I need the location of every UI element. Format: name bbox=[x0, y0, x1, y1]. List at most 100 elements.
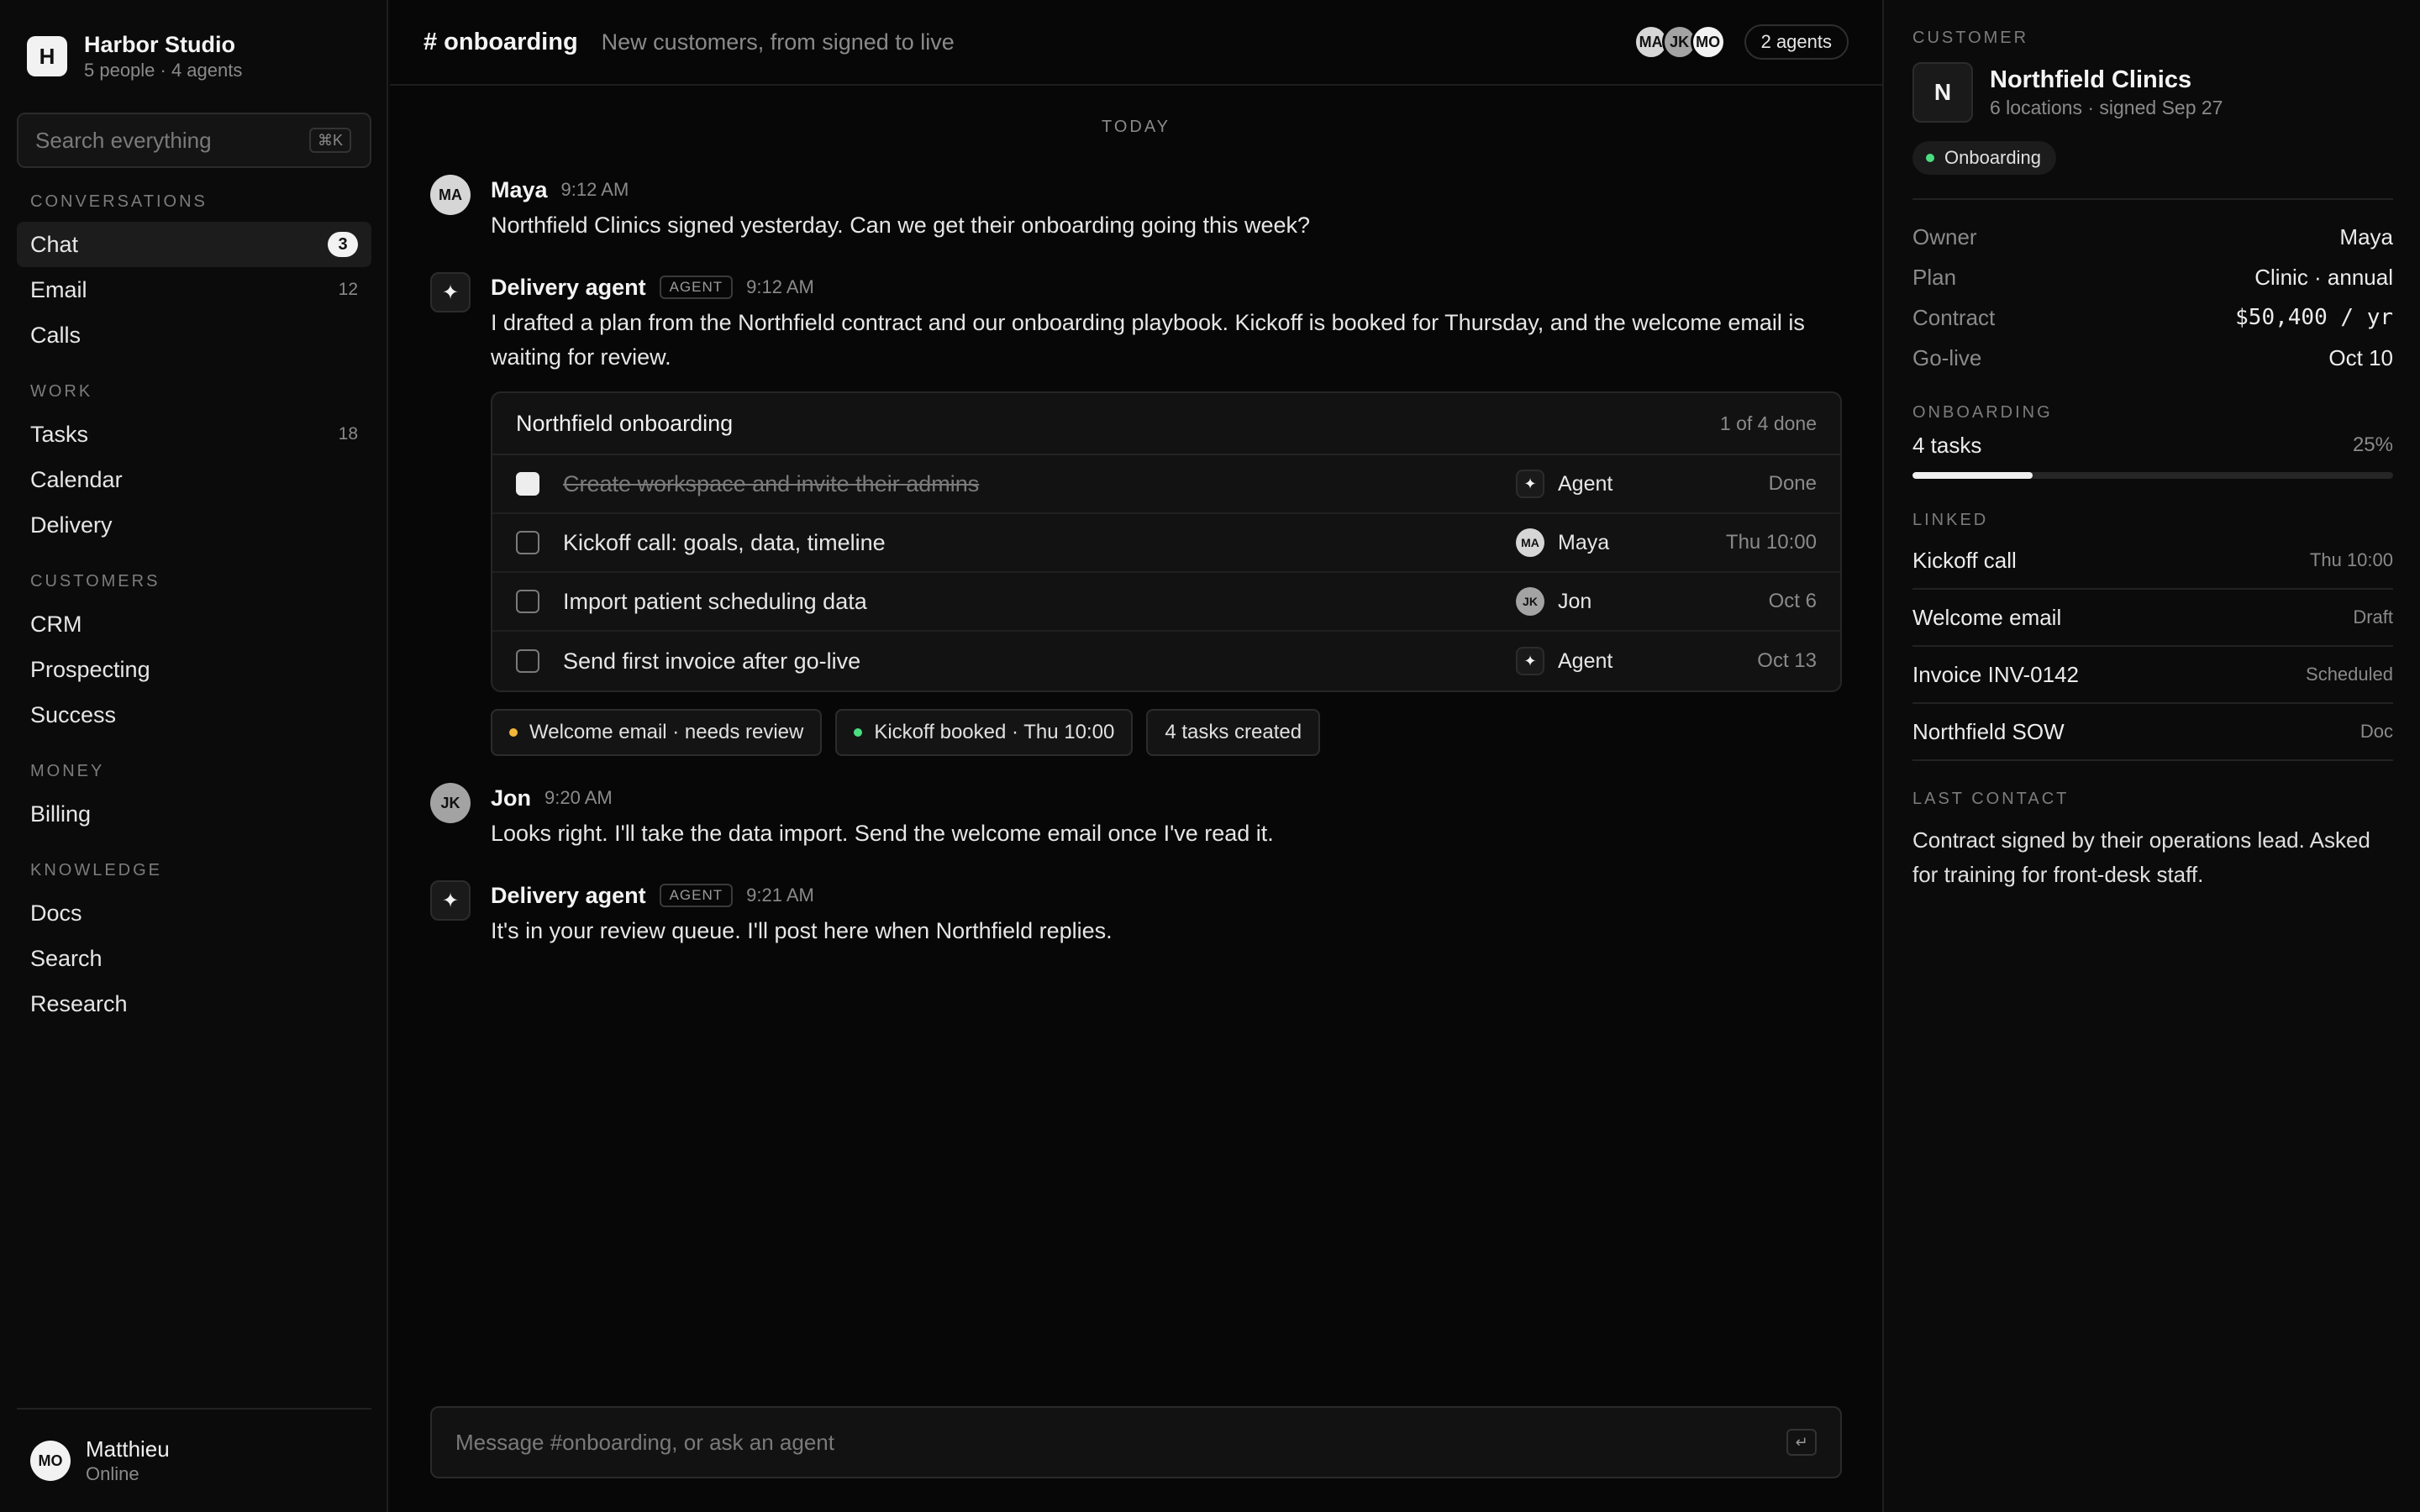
task-due: Oct 13 bbox=[1757, 649, 1817, 672]
customer-meta: 6 locations · signed Sep 27 bbox=[1990, 97, 2223, 118]
sparkle-icon: ✦ bbox=[1516, 647, 1544, 675]
search-box[interactable]: ⌘K bbox=[17, 113, 371, 168]
linked-sow[interactable]: Northfield SOW Doc bbox=[1912, 704, 2393, 761]
message-composer[interactable]: ↵ bbox=[430, 1406, 1842, 1478]
message-time: 9:20 AM bbox=[544, 787, 613, 808]
customer-panel: CUSTOMER N Northfield Clinics 6 location… bbox=[1882, 0, 2420, 1512]
progress-bar bbox=[1912, 472, 2393, 479]
task-plan-header[interactable]: Northfield onboarding 1 of 4 done bbox=[492, 393, 1840, 455]
message: ✦ Delivery agent AGENT 9:12 AM I drafted… bbox=[430, 272, 1842, 756]
field-value: Oct 10 bbox=[2328, 344, 2393, 370]
task-title: Create workspace and invite their admins bbox=[563, 470, 980, 496]
member-avatars[interactable]: MA JK MO bbox=[1633, 24, 1726, 60]
chip-label: Welcome email · needs review bbox=[529, 721, 804, 743]
search-input[interactable] bbox=[35, 127, 287, 154]
sidebar-item-delivery[interactable]: Delivery bbox=[17, 502, 371, 548]
channel-header: # onboarding New customers, from signed … bbox=[390, 0, 1882, 86]
sidebar: H Harbor Studio 5 people · 4 agents ⌘K C… bbox=[0, 0, 388, 1512]
workspace-switcher[interactable]: H Harbor Studio 5 people · 4 agents bbox=[27, 30, 242, 82]
action-chips: Welcome email · needs review Kickoff boo… bbox=[491, 709, 1842, 756]
message-author[interactable]: Maya bbox=[491, 177, 548, 203]
nav-section-customers: CUSTOMERS bbox=[30, 572, 160, 591]
message-author[interactable]: Delivery agent bbox=[491, 275, 646, 301]
sidebar-item-tasks[interactable]: Tasks 18 bbox=[17, 412, 371, 457]
workspace-logo: H bbox=[27, 36, 67, 76]
sidebar-item-label: Calls bbox=[30, 322, 82, 348]
message-author[interactable]: Jon bbox=[491, 785, 531, 811]
sidebar-item-prospecting[interactable]: Prospecting bbox=[17, 647, 371, 692]
assignee-name: Maya bbox=[1558, 530, 1610, 554]
task-assignee: ✦ Agent bbox=[1516, 470, 1709, 498]
chip-kickoff[interactable]: Kickoff booked · Thu 10:00 bbox=[835, 709, 1134, 756]
status-badge: Onboarding bbox=[1912, 141, 2056, 175]
nav-section-work: WORK bbox=[30, 382, 93, 401]
section-label-linked: LINKED bbox=[1912, 511, 1989, 529]
sidebar-item-calls[interactable]: Calls bbox=[17, 312, 371, 358]
current-user[interactable]: MO Matthieu Online bbox=[17, 1408, 371, 1512]
table-row[interactable]: Import patient scheduling data JK Jon Oc… bbox=[492, 573, 1840, 632]
table-row[interactable]: Create workspace and invite their admins… bbox=[492, 455, 1840, 514]
chip-label: Kickoff booked · Thu 10:00 bbox=[874, 721, 1115, 743]
task-plan-progress: 1 of 4 done bbox=[1719, 412, 1817, 434]
task-title: Import patient scheduling data bbox=[563, 588, 867, 614]
task-assignee: MA Maya bbox=[1516, 528, 1709, 557]
nav-section-conversations: CONVERSATIONS bbox=[30, 192, 208, 211]
sidebar-item-label: Search bbox=[30, 945, 103, 971]
section-label-onboarding: ONBOARDING bbox=[1912, 403, 2053, 422]
table-row[interactable]: Kickoff call: goals, data, timeline MA M… bbox=[492, 514, 1840, 573]
user-name: Matthieu bbox=[86, 1436, 170, 1462]
sidebar-item-label: Research bbox=[30, 990, 128, 1016]
sidebar-item-research[interactable]: Research bbox=[17, 981, 371, 1026]
task-checkbox[interactable] bbox=[516, 531, 539, 554]
sidebar-item-crm[interactable]: CRM bbox=[17, 601, 371, 647]
task-plan-card: Northfield onboarding 1 of 4 done Create… bbox=[491, 391, 1842, 692]
chip-tasks-created[interactable]: 4 tasks created bbox=[1146, 709, 1321, 756]
sidebar-item-label: Prospecting bbox=[30, 656, 150, 682]
task-title: Send first invoice after go-live bbox=[563, 648, 861, 674]
chip-welcome-email[interactable]: Welcome email · needs review bbox=[491, 709, 823, 756]
item-count: 12 bbox=[338, 280, 358, 299]
linked-welcome-email[interactable]: Welcome email Draft bbox=[1912, 590, 2393, 647]
nav-section-knowledge: KNOWLEDGE bbox=[30, 861, 163, 879]
task-checkbox[interactable] bbox=[516, 472, 539, 496]
message-author[interactable]: Delivery agent bbox=[491, 883, 646, 909]
sparkle-icon: ✦ bbox=[430, 272, 471, 312]
sidebar-item-label: Delivery bbox=[30, 512, 113, 538]
sidebar-item-success[interactable]: Success bbox=[17, 692, 371, 738]
task-checkbox[interactable] bbox=[516, 590, 539, 613]
customer-card[interactable]: N Northfield Clinics 6 locations · signe… bbox=[1912, 62, 2393, 123]
sidebar-item-chat[interactable]: Chat 3 bbox=[17, 222, 371, 267]
message: ✦ Delivery agent AGENT 9:21 AM It's in y… bbox=[430, 880, 1842, 948]
sparkle-icon: ✦ bbox=[1516, 470, 1544, 498]
linked-kickoff-call[interactable]: Kickoff call Thu 10:00 bbox=[1912, 533, 2393, 590]
sidebar-item-label: Docs bbox=[30, 900, 82, 926]
nav-section-money: MONEY bbox=[30, 762, 105, 780]
section-label-customer: CUSTOMER bbox=[1912, 29, 2029, 47]
message-text: I drafted a plan from the Northfield con… bbox=[491, 310, 1805, 370]
table-row[interactable]: Send first invoice after go-live ✦ Agent… bbox=[492, 632, 1840, 690]
sidebar-item-label: CRM bbox=[30, 611, 82, 637]
sidebar-item-search[interactable]: Search bbox=[17, 936, 371, 981]
avatar: JK bbox=[1516, 587, 1544, 616]
status-dot bbox=[1926, 154, 1934, 162]
sidebar-item-billing[interactable]: Billing bbox=[17, 791, 371, 837]
workspace-name: Harbor Studio bbox=[84, 32, 235, 57]
sidebar-item-email[interactable]: Email 12 bbox=[17, 267, 371, 312]
sidebar-item-docs[interactable]: Docs bbox=[17, 890, 371, 936]
enter-icon[interactable]: ↵ bbox=[1786, 1429, 1817, 1456]
channel-view: # onboarding New customers, from signed … bbox=[390, 0, 1882, 1512]
linked-invoice[interactable]: Invoice INV-0142 Scheduled bbox=[1912, 647, 2393, 704]
sidebar-item-calendar[interactable]: Calendar bbox=[17, 457, 371, 502]
sidebar-nav: CONVERSATIONS Chat 3 Email 12 Calls WORK… bbox=[17, 188, 371, 1026]
unread-badge: 3 bbox=[328, 232, 358, 257]
agents-button[interactable]: 2 agents bbox=[1744, 24, 1849, 60]
task-title: Kickoff call: goals, data, timeline bbox=[563, 529, 886, 555]
channel-name[interactable]: # onboarding bbox=[424, 29, 578, 56]
message-time: 9:12 AM bbox=[746, 276, 814, 297]
field-value[interactable]: Maya bbox=[2339, 224, 2393, 250]
task-checkbox[interactable] bbox=[516, 649, 539, 673]
avatar: JK bbox=[430, 783, 471, 823]
message-input[interactable] bbox=[455, 1429, 1786, 1456]
search-shortcut: ⌘K bbox=[308, 128, 351, 153]
item-count: 18 bbox=[338, 424, 358, 444]
